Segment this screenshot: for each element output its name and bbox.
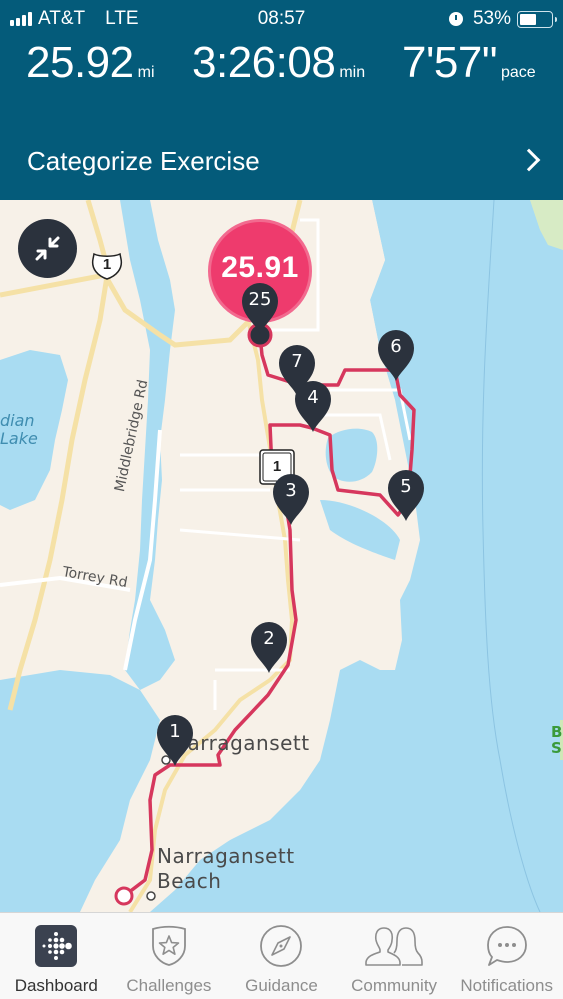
alarm-icon [448, 12, 463, 26]
mile-marker-label: 5 [400, 476, 412, 497]
mile-marker-label: 6 [390, 336, 402, 357]
status-bar: AT&T LTE 08:57 53% [0, 0, 563, 36]
battery-level [520, 13, 536, 25]
exercise-header: AT&T LTE 08:57 53% 25.92 mi 3:26:08 min 7'… [0, 0, 563, 200]
mile-marker-2[interactable]: 2 [249, 619, 289, 675]
bottom-tab-bar: Dashboard Challenges Guidance Community … [0, 912, 563, 999]
tab-dashboard[interactable]: Dashboard [0, 913, 113, 999]
beach-poi-marker [146, 891, 156, 901]
tab-label: Challenges [126, 976, 212, 995]
chat-bubble-icon [486, 926, 527, 966]
collapse-arrows-icon [35, 236, 60, 261]
mile-marker-4[interactable]: 4 [293, 378, 333, 434]
distance-value: 25.92 [26, 38, 134, 87]
mile-marker-label: 4 [307, 387, 319, 408]
duration-unit: min [339, 64, 366, 81]
battery-percent: 53% [472, 8, 511, 29]
narragansett-beach-label-line1: Narragansett [157, 844, 295, 868]
tab-community[interactable]: Community [338, 913, 451, 999]
status-right: 53% [448, 8, 557, 30]
stat-pace: 7'57" pace [402, 38, 536, 88]
tab-label: Guidance [245, 976, 318, 995]
pace-value: 7'57" [402, 38, 497, 87]
exercise-stats: 25.92 mi 3:26:08 min 7'57" pace [0, 38, 563, 88]
star-shield-icon [151, 925, 186, 966]
tab-label: Community [351, 976, 438, 995]
route-map[interactable]: dian Lake Middlebridge Rd Torrey Rd Narr… [0, 200, 563, 912]
stat-duration: 3:26:08 min [192, 38, 365, 88]
narragansett-beach-label-line2: Beach [157, 869, 222, 893]
tab-label: Dashboard [14, 976, 98, 995]
mile-marker-25[interactable]: 25 [240, 280, 280, 336]
tab-notifications[interactable]: Notifications [450, 913, 563, 999]
categorize-exercise-row[interactable]: Categorize Exercise [0, 130, 563, 192]
people-icon [365, 927, 423, 966]
battery-icon [517, 10, 557, 28]
route-1-shield-label: 1 [102, 256, 112, 273]
route-start-marker [114, 886, 134, 906]
chevron-right-icon [517, 148, 541, 172]
mile-marker-6[interactable]: 6 [376, 327, 416, 383]
distance-unit: mi [137, 64, 155, 81]
tab-label: Notifications [460, 976, 553, 995]
duration-value: 3:26:08 [192, 38, 336, 87]
lake-label: dian Lake [0, 411, 38, 448]
tab-guidance[interactable]: Guidance [225, 913, 338, 999]
mile-marker-label: 1 [169, 721, 181, 742]
compass-icon [260, 925, 303, 967]
fitbit-logo-icon [35, 925, 78, 967]
mile-marker-1[interactable]: 1 [155, 712, 195, 768]
stat-distance: 25.92 mi [26, 38, 155, 88]
pace-unit: pace [500, 64, 536, 81]
mile-marker-label: 2 [263, 628, 275, 649]
mile-marker-3[interactable]: 3 [271, 471, 311, 527]
categorize-exercise-label: Categorize Exercise [27, 145, 260, 176]
mile-marker-label: 25 [248, 289, 272, 310]
mile-marker-label: 7 [291, 351, 303, 372]
park-label: B S [551, 723, 563, 757]
mile-marker-label: 3 [285, 480, 297, 501]
route-1-shield: 1 [90, 251, 124, 281]
tab-challenges[interactable]: Challenges [113, 913, 226, 999]
collapse-map-button[interactable] [18, 219, 77, 278]
mile-marker-5[interactable]: 5 [386, 467, 426, 523]
